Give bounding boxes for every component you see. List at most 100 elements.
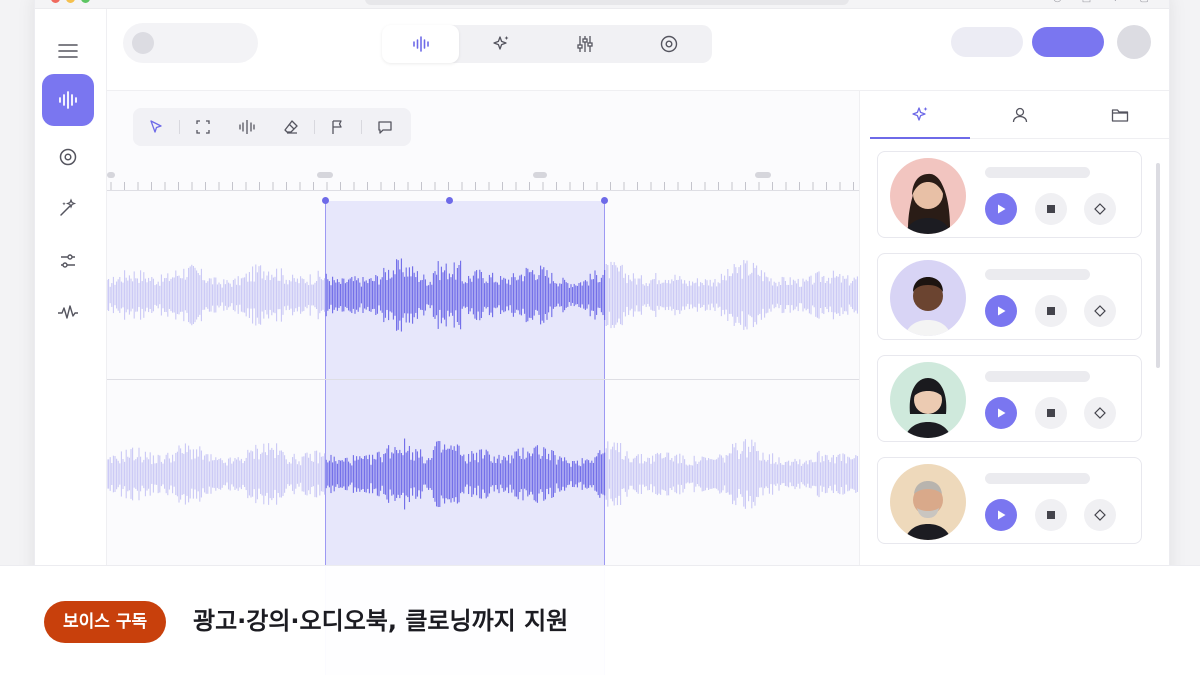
- tab-ai-voices[interactable]: [870, 91, 970, 139]
- top-bar: [107, 9, 1169, 91]
- pulse-icon: [58, 305, 78, 319]
- browser-chrome: ▭ ‹ ○ □ + ▢: [35, 0, 1169, 9]
- voice-avatar: [890, 158, 966, 234]
- tool-split[interactable]: [232, 112, 262, 142]
- voice-name-placeholder: [985, 473, 1090, 484]
- tool-comment[interactable]: [370, 112, 400, 142]
- play-button[interactable]: [985, 397, 1017, 429]
- divider: [361, 120, 362, 134]
- stop-icon: [1047, 409, 1055, 417]
- menu-icon[interactable]: [42, 25, 94, 77]
- voice-avatar: [890, 260, 966, 336]
- stop-icon: [1047, 205, 1055, 213]
- back-icon[interactable]: ‹: [160, 0, 164, 3]
- waveform-icon: [59, 91, 77, 109]
- play-icon: [998, 204, 1006, 214]
- panel-tabs: [870, 91, 1169, 139]
- tab-sparkle[interactable]: [459, 25, 543, 63]
- voice-card[interactable]: [877, 355, 1142, 442]
- play-icon: [998, 510, 1006, 520]
- sidebar-item-pulse[interactable]: [42, 287, 94, 339]
- search-pill[interactable]: [123, 23, 258, 63]
- download-icon[interactable]: ○: [1053, 0, 1062, 4]
- minimize-dot[interactable]: [66, 0, 75, 3]
- tool-eraser[interactable]: [276, 112, 306, 142]
- sparkle-icon: [493, 36, 509, 50]
- magic-wand-icon: [60, 198, 77, 216]
- address-bar[interactable]: [365, 0, 849, 5]
- voice-card[interactable]: [877, 253, 1142, 340]
- promo-headline: 광고·강의·오디오북, 클로닝까지 지원: [193, 607, 569, 635]
- target-icon: [660, 35, 678, 53]
- eraser-icon: [284, 120, 298, 134]
- sidebar-item-waveform[interactable]: [42, 74, 94, 126]
- tab-mixer[interactable]: [543, 25, 627, 63]
- comment-icon: [378, 121, 392, 134]
- waveform-track-1[interactable]: [107, 201, 859, 389]
- voice-avatar: [890, 464, 966, 540]
- tool-flag[interactable]: [323, 112, 353, 142]
- stop-button[interactable]: [1035, 397, 1067, 429]
- sliders-icon: [61, 254, 75, 268]
- maximize-dot[interactable]: [81, 0, 90, 3]
- edit-toolbar: [133, 108, 411, 146]
- browser-nav: ▭ ‹: [127, 0, 164, 3]
- tab-waveform[interactable]: [382, 25, 459, 63]
- select-frame-icon: [196, 120, 210, 134]
- options-button[interactable]: [1084, 397, 1116, 429]
- sidebar-item-sliders[interactable]: [42, 235, 94, 287]
- mixer-icon: [577, 36, 593, 52]
- panel-scrollbar[interactable]: [1156, 163, 1160, 368]
- voice-name-placeholder: [985, 167, 1090, 178]
- play-button[interactable]: [985, 295, 1017, 327]
- diamond-icon: [1094, 305, 1106, 317]
- promo-caption: 보이스 구독 광고·강의·오디오북, 클로닝까지 지원: [0, 565, 1200, 675]
- play-icon: [998, 408, 1006, 418]
- options-button[interactable]: [1084, 193, 1116, 225]
- stop-icon: [1047, 511, 1055, 519]
- avatar[interactable]: [1117, 25, 1151, 59]
- tab-target[interactable]: [627, 25, 711, 63]
- extension-icon[interactable]: +: [1111, 0, 1119, 4]
- divider: [179, 120, 180, 134]
- tab-files[interactable]: [1070, 91, 1169, 138]
- share-icon[interactable]: □: [1082, 0, 1091, 4]
- window-controls[interactable]: [51, 0, 90, 3]
- search-icon: [132, 32, 154, 54]
- sidebar-item-magic[interactable]: [42, 182, 94, 234]
- diamond-icon: [1094, 407, 1106, 419]
- divider: [314, 120, 315, 134]
- tool-select[interactable]: [188, 112, 218, 142]
- play-icon: [998, 306, 1006, 316]
- sparkle-icon: [912, 106, 928, 121]
- stop-button[interactable]: [1035, 193, 1067, 225]
- options-button[interactable]: [1084, 499, 1116, 531]
- split-icon: [239, 120, 255, 134]
- timeline-ruler[interactable]: [107, 161, 859, 191]
- cursor-icon: [150, 120, 162, 133]
- stop-button[interactable]: [1035, 295, 1067, 327]
- diamond-icon: [1094, 509, 1106, 521]
- voice-name-placeholder: [985, 269, 1090, 280]
- play-button[interactable]: [985, 499, 1017, 531]
- sidebar-item-target[interactable]: [42, 131, 94, 183]
- close-dot[interactable]: [51, 0, 60, 3]
- tool-cursor[interactable]: [141, 112, 171, 142]
- voice-card[interactable]: [877, 151, 1142, 238]
- waveform-track-2[interactable]: [107, 380, 859, 568]
- diamond-icon: [1094, 203, 1106, 215]
- target-icon: [59, 148, 77, 166]
- folder-icon: [1111, 108, 1129, 122]
- primary-button[interactable]: [1032, 27, 1104, 57]
- stop-button[interactable]: [1035, 499, 1067, 531]
- tabs-icon[interactable]: ▢: [1140, 0, 1149, 4]
- browser-actions: ○ □ + ▢: [1053, 0, 1149, 4]
- voice-card[interactable]: [877, 457, 1142, 544]
- voice-name-placeholder: [985, 371, 1090, 382]
- play-button[interactable]: [985, 193, 1017, 225]
- tab-profile[interactable]: [970, 91, 1070, 138]
- stop-icon: [1047, 307, 1055, 315]
- options-button[interactable]: [1084, 295, 1116, 327]
- sidebar-toggle-icon[interactable]: ▭: [127, 0, 136, 3]
- secondary-button[interactable]: [951, 27, 1023, 57]
